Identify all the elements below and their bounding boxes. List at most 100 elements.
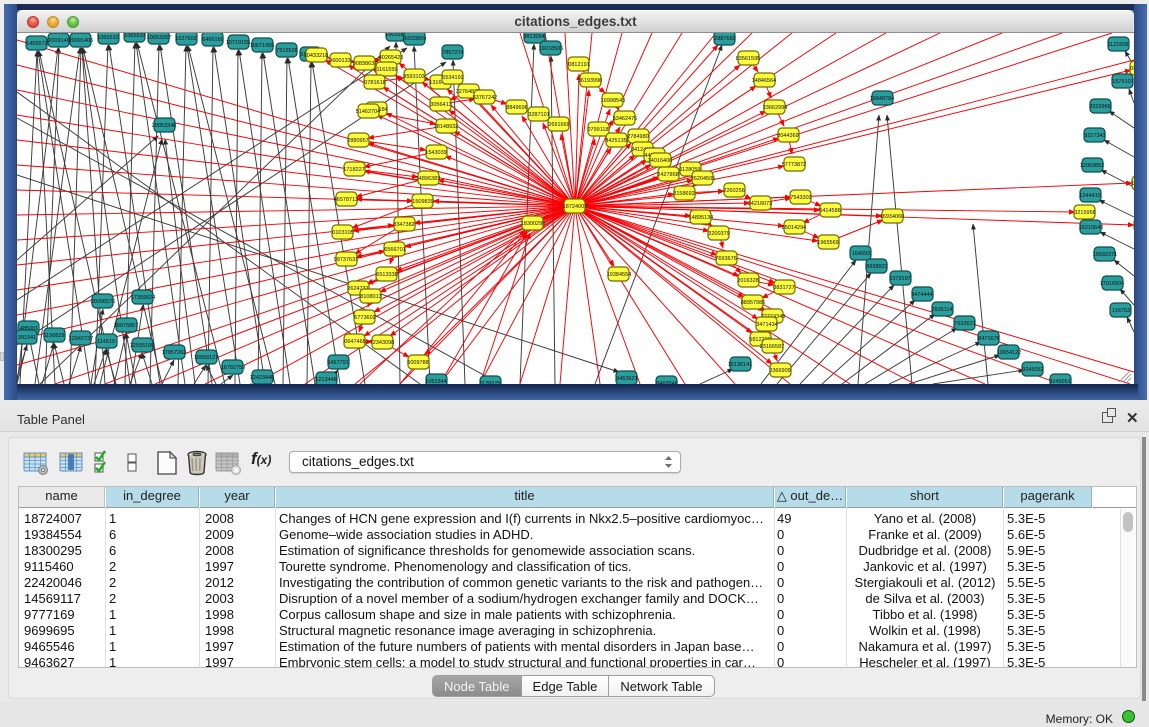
svg-text:53767242: 53767242 xyxy=(473,95,497,101)
svg-text:10719155: 10719155 xyxy=(226,40,250,46)
svg-text:1092344: 1092344 xyxy=(425,379,446,384)
svg-text:9245052: 9245052 xyxy=(1022,367,1043,373)
svg-text:2935114: 2935114 xyxy=(931,307,952,313)
svg-text:5009788: 5009788 xyxy=(407,360,428,366)
svg-text:8938923: 8938923 xyxy=(866,264,887,270)
svg-text:28148932: 28148932 xyxy=(434,124,458,130)
svg-text:17957263: 17957263 xyxy=(162,350,186,356)
svg-text:9245051: 9245051 xyxy=(1049,379,1070,384)
svg-text:8108013: 8108013 xyxy=(360,294,381,300)
svg-text:9457791: 9457791 xyxy=(327,360,348,366)
svg-text:6379197: 6379197 xyxy=(889,276,910,282)
svg-text:34216073: 34216073 xyxy=(748,201,772,207)
svg-text:1244415: 1244415 xyxy=(1079,193,1100,199)
svg-text:1156829: 1156829 xyxy=(43,333,64,339)
svg-text:88957986: 88957986 xyxy=(741,300,765,306)
svg-text:8044369: 8044369 xyxy=(777,133,798,139)
svg-text:1405572: 1405572 xyxy=(26,41,47,47)
svg-text:9593103: 9593103 xyxy=(403,74,424,80)
svg-text:20091406: 20091406 xyxy=(69,38,93,44)
svg-text:99737631: 99737631 xyxy=(334,257,358,263)
svg-text:9474444: 9474444 xyxy=(911,292,932,298)
svg-text:2016328: 2016328 xyxy=(737,278,758,284)
svg-text:16033809: 16033809 xyxy=(402,36,426,42)
svg-text:5414586: 5414586 xyxy=(819,208,840,214)
svg-text:10433218: 10433218 xyxy=(304,53,328,59)
svg-text:6466160: 6466160 xyxy=(202,37,223,43)
svg-text:8849696: 8849696 xyxy=(506,105,527,111)
svg-text:74016400: 74016400 xyxy=(648,158,672,164)
svg-text:40265423: 40265423 xyxy=(379,55,403,61)
svg-text:2887682: 2887682 xyxy=(714,36,735,42)
svg-text:9227343: 9227343 xyxy=(1084,133,1105,139)
svg-text:17359924: 17359924 xyxy=(131,295,155,301)
svg-text:7857274: 7857274 xyxy=(442,50,463,56)
svg-text:0366909: 0366909 xyxy=(769,368,790,374)
svg-text:1065532: 1065532 xyxy=(97,35,118,41)
svg-text:2260256: 2260256 xyxy=(723,188,744,194)
svg-text:15136141: 15136141 xyxy=(728,362,752,368)
svg-text:10653267: 10653267 xyxy=(147,35,171,41)
svg-text:2880957: 2880957 xyxy=(347,138,368,144)
svg-text:1161559: 1161559 xyxy=(376,67,397,73)
svg-text:15692371: 15692371 xyxy=(1093,252,1117,258)
svg-text:19384554: 19384554 xyxy=(607,272,631,278)
svg-text:14846564: 14846564 xyxy=(752,78,776,84)
svg-text:0103105: 0103105 xyxy=(332,230,353,236)
svg-text:1965569: 1965569 xyxy=(817,240,838,246)
svg-text:2784980: 2784980 xyxy=(627,134,648,140)
svg-text:6566701: 6566701 xyxy=(384,247,405,253)
svg-text:12423448: 12423448 xyxy=(250,375,274,381)
svg-text:16210643: 16210643 xyxy=(1079,225,1103,231)
svg-text:53462475: 53462475 xyxy=(613,116,637,122)
svg-text:20206576: 20206576 xyxy=(91,299,115,305)
svg-text:83561595: 83561595 xyxy=(736,56,760,62)
svg-text:0781618: 0781618 xyxy=(364,80,385,86)
svg-text:116753: 116753 xyxy=(1112,308,1130,314)
svg-text:26204505: 26204505 xyxy=(691,176,715,182)
svg-text:0831727: 0831727 xyxy=(773,285,794,291)
svg-text:51462704: 51462704 xyxy=(356,109,380,115)
svg-text:5534192: 5534192 xyxy=(442,75,463,81)
svg-text:0799118: 0799118 xyxy=(587,127,608,133)
svg-text:9600133: 9600133 xyxy=(329,58,350,64)
svg-text:1527602: 1527602 xyxy=(175,36,196,42)
svg-text:9463621: 9463621 xyxy=(616,376,637,382)
svg-text:9465546: 9465546 xyxy=(656,381,677,384)
svg-text:10958127: 10958127 xyxy=(194,355,218,361)
svg-text:1543039: 1543039 xyxy=(425,150,446,156)
svg-text:2009140: 2009140 xyxy=(48,38,69,44)
svg-text:1509839: 1509839 xyxy=(412,199,433,205)
svg-text:12505195: 12505195 xyxy=(130,343,154,349)
svg-text:9329966: 9329966 xyxy=(1089,104,1110,110)
svg-text:8471676: 8471676 xyxy=(978,336,999,342)
svg-text:16648784: 16648784 xyxy=(870,96,894,102)
svg-text:18724007: 18724007 xyxy=(563,204,587,210)
svg-text:7543303: 7543303 xyxy=(790,195,811,201)
svg-text:10671955: 10671955 xyxy=(250,43,274,49)
svg-text:12093852: 12093852 xyxy=(1080,163,1104,169)
svg-text:18300295: 18300295 xyxy=(521,221,545,227)
svg-text:0812191: 0812191 xyxy=(568,62,589,68)
svg-text:36193990: 36193990 xyxy=(578,78,602,84)
svg-text:3215958: 3215958 xyxy=(1074,210,1095,216)
svg-text:7693676: 7693676 xyxy=(715,256,736,262)
svg-text:3287101: 3287101 xyxy=(528,112,549,118)
svg-text:3200379: 3200379 xyxy=(708,231,729,237)
svg-text:20053346: 20053346 xyxy=(152,123,176,129)
svg-text:391541: 391541 xyxy=(18,335,36,341)
svg-text:164093: 164093 xyxy=(852,251,870,257)
svg-text:8425135: 8425135 xyxy=(605,138,626,144)
svg-text:3158692: 3158692 xyxy=(673,191,694,197)
svg-text:2691669: 2691669 xyxy=(548,122,569,128)
svg-text:12942737: 12942737 xyxy=(69,336,93,342)
svg-text:1575107: 1575107 xyxy=(1112,79,1133,85)
svg-text:23662994: 23662994 xyxy=(763,105,787,111)
svg-text:1213448: 1213448 xyxy=(315,377,336,383)
svg-text:19975857: 19975857 xyxy=(114,323,138,329)
svg-text:8813054: 8813054 xyxy=(523,34,544,40)
svg-text:0647468: 0647468 xyxy=(344,339,365,345)
svg-text:16782759: 16782759 xyxy=(221,365,245,371)
svg-text:19218506: 19218506 xyxy=(539,46,563,52)
svg-text:1718227: 1718227 xyxy=(343,167,364,173)
